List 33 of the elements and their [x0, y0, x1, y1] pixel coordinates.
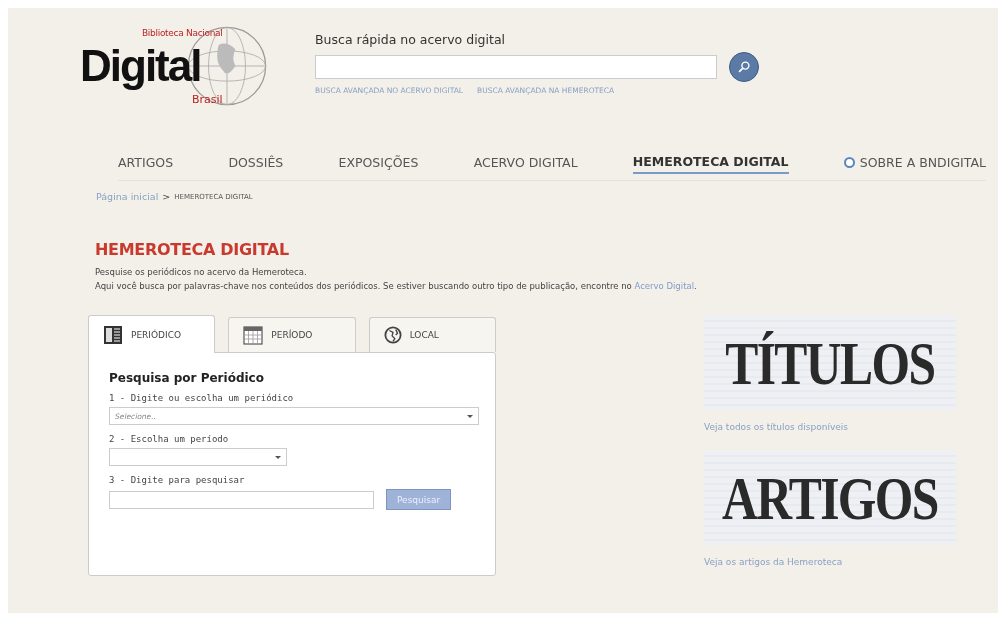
- logo-wordmark: Digital: [80, 40, 201, 92]
- breadcrumb-separator: >: [162, 191, 171, 202]
- bullet-icon: [843, 157, 855, 168]
- globe-icon: [383, 326, 402, 344]
- promo-banner[interactable]: TÍTULOS: [704, 315, 956, 410]
- calendar-icon: [243, 325, 264, 345]
- nav-link[interactable]: ACERVO DIGITAL: [473, 154, 578, 174]
- search-icon: [737, 60, 751, 74]
- tab[interactable]: PERÍODO: [228, 317, 356, 352]
- search-label: Busca rápida no acervo digital: [315, 32, 507, 47]
- nav-link[interactable]: HEMEROTECA DIGITAL: [632, 154, 789, 174]
- page-title: HEMEROTECA DIGITAL: [95, 240, 290, 259]
- form-title: Pesquisa por Periódico: [109, 371, 264, 385]
- logo-country: Brasil: [192, 93, 223, 106]
- intro-text: Pesquise os periódicos no acervo da Hemeroteca.: [95, 267, 308, 277]
- field-label: 2 - Escolha um período: [109, 434, 229, 444]
- nav-link[interactable]: DOSSIÊS: [228, 154, 284, 174]
- search-button[interactable]: [729, 52, 759, 82]
- dropdown-field[interactable]: [109, 448, 287, 466]
- nav-link[interactable]: SOBRE A BNDIGITAL: [843, 154, 986, 174]
- field-label: 3 - Digite para pesquisar: [109, 475, 245, 485]
- newspaper-icon: [103, 324, 123, 345]
- logo-subtitle: Biblioteca Nacional: [142, 28, 223, 38]
- logo[interactable]: Biblioteca Nacional Digital Brasil: [80, 24, 275, 108]
- tab[interactable]: LOCAL: [368, 317, 496, 352]
- promo-banner[interactable]: ARTIGOS: [704, 450, 956, 545]
- nav-link[interactable]: EXPOSIÇÕES: [338, 154, 419, 174]
- nav-link[interactable]: ARTIGOS: [118, 154, 174, 174]
- keyword-field[interactable]: [109, 490, 374, 509]
- intro-text: Aqui você busca por palavras-chave nos conteúdos dos periódicos. Se estiver buscando outro tipo de publicação, encontre no Acervo Digital.: [95, 281, 698, 291]
- field-label: 1 - Digite ou escolha um periódico: [109, 393, 294, 403]
- search-field[interactable]: [315, 55, 717, 79]
- tab[interactable]: PERIÓDICO: [88, 315, 216, 353]
